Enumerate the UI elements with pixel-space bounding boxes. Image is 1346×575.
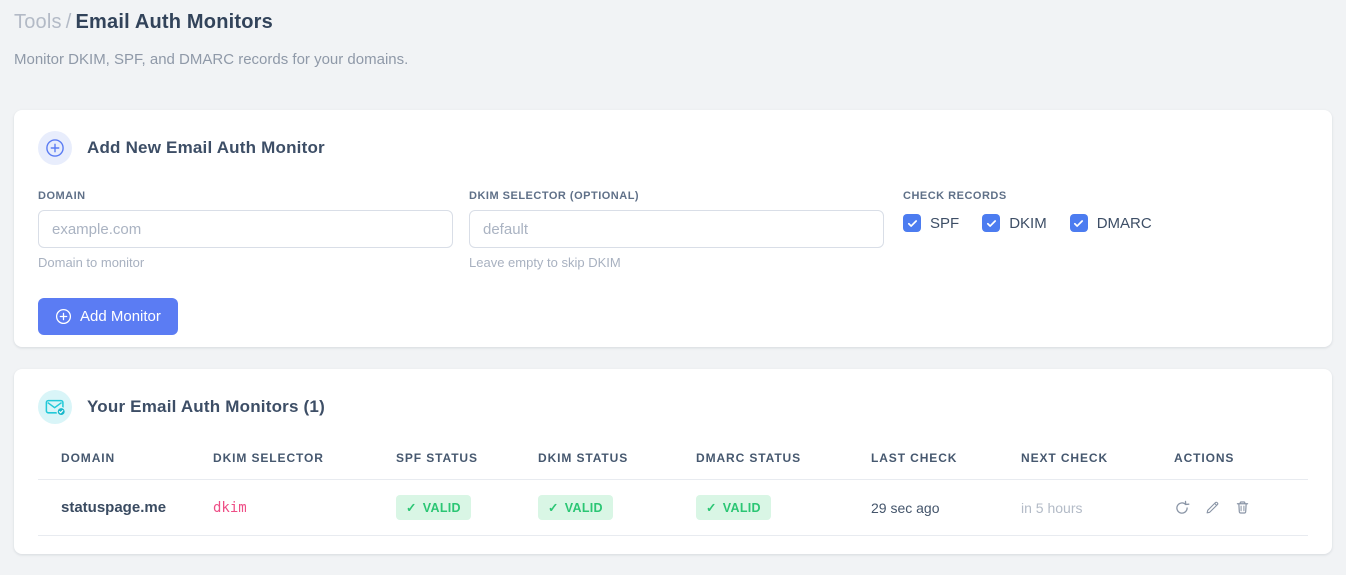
breadcrumb: Tools / Email Auth Monitors [14, 0, 1332, 34]
domain-helper-text: Domain to monitor [38, 255, 145, 270]
monitors-card-header: Your Email Auth Monitors (1) [38, 390, 1308, 424]
plus-circle-icon [55, 308, 72, 325]
monitor-last-check: 29 sec ago [871, 479, 1021, 536]
dkim-status-badge: ✓ VALID [538, 495, 613, 520]
monitor-dkim-selector: dkim [213, 479, 396, 536]
page-title: Email Auth Monitors [75, 11, 273, 33]
check-records-label: CHECK RECORDS [903, 190, 1007, 202]
dkim-checkbox-label: DKIM [1009, 214, 1047, 232]
add-monitor-card: Add New Email Auth Monitor DOMAIN Domain… [14, 110, 1332, 347]
check-icon: ✓ [406, 501, 417, 515]
dkim-selector-field-group: DKIM SELECTOR (OPTIONAL) Leave empty to … [469, 190, 884, 270]
spf-checkbox[interactable] [903, 214, 921, 232]
monitors-table: DOMAIN DKIM SELECTOR SPF STATUS DKIM STA… [38, 441, 1308, 536]
spf-status-text: VALID [422, 500, 461, 515]
dkim-status-text: VALID [564, 500, 603, 515]
column-header-domain: DOMAIN [38, 441, 213, 480]
check-icon: ✓ [706, 501, 717, 515]
monitors-list-card: Your Email Auth Monitors (1) DOMAIN DKIM… [14, 369, 1332, 554]
column-header-dkim-selector: DKIM SELECTOR [213, 441, 396, 480]
check-icon: ✓ [548, 501, 559, 515]
domain-field-group: DOMAIN Domain to monitor [38, 190, 453, 270]
refresh-button[interactable] [1174, 500, 1190, 516]
add-monitor-button[interactable]: Add Monitor [38, 298, 178, 335]
column-header-dkim-status: DKIM STATUS [538, 441, 696, 480]
dmarc-checkbox[interactable] [1069, 214, 1088, 232]
dkim-selector-input[interactable] [469, 210, 884, 248]
add-card-title: Add New Email Auth Monitor [87, 138, 325, 157]
column-header-next-check: NEXT CHECK [1021, 441, 1174, 480]
domain-input[interactable] [38, 210, 453, 248]
column-header-actions: ACTIONS [1174, 441, 1308, 480]
dkim-selector-helper-text: Leave empty to skip DKIM [469, 255, 621, 270]
checkbox-option-dmarc[interactable]: DMARC [1069, 214, 1152, 232]
check-icon [1074, 219, 1084, 227]
plus-circle-icon [38, 131, 72, 165]
refresh-icon [1176, 500, 1190, 514]
add-card-header: Add New Email Auth Monitor [38, 131, 1308, 165]
breadcrumb-tools-link[interactable]: Tools [14, 11, 62, 33]
check-records-options: SPF DKIM DMARC [903, 214, 1152, 232]
dkim-checkbox[interactable] [982, 214, 1001, 232]
column-header-last-check: LAST CHECK [871, 441, 1021, 480]
monitor-next-check: in 5 hours [1021, 479, 1174, 536]
dkim-selector-label: DKIM SELECTOR (OPTIONAL) [469, 190, 640, 202]
table-row: statuspage.me dkim ✓ VALID ✓ VALID ✓ VALID … [38, 479, 1308, 536]
row-actions [1174, 500, 1300, 516]
dmarc-status-badge: ✓ VALID [696, 495, 771, 520]
domain-label: DOMAIN [38, 190, 86, 202]
delete-button[interactable] [1235, 500, 1250, 515]
add-monitor-form: DOMAIN Domain to monitor DKIM SELECTOR (… [38, 190, 1308, 270]
page: Tools / Email Auth Monitors Monitor DKIM, … [0, 0, 1346, 554]
spf-status-badge: ✓ VALID [396, 495, 471, 520]
table-header-row: DOMAIN DKIM SELECTOR SPF STATUS DKIM STA… [38, 441, 1308, 480]
monitor-domain: statuspage.me [38, 479, 213, 536]
breadcrumb-separator: / [65, 11, 72, 33]
check-icon [986, 219, 996, 227]
column-header-dmarc-status: DMARC STATUS [696, 441, 871, 480]
checkbox-option-spf[interactable]: SPF [903, 214, 959, 232]
checkbox-option-dkim[interactable]: DKIM [982, 214, 1047, 232]
add-monitor-button-label: Add Monitor [80, 308, 161, 325]
edit-button[interactable] [1205, 500, 1220, 515]
envelope-check-icon [38, 390, 72, 424]
check-icon [907, 219, 917, 227]
page-subtitle: Monitor DKIM, SPF, and DMARC records for… [14, 51, 409, 68]
pencil-icon [1206, 501, 1219, 514]
dmarc-status-text: VALID [722, 500, 761, 515]
monitors-card-title: Your Email Auth Monitors (1) [87, 397, 325, 416]
column-header-spf-status: SPF STATUS [396, 441, 538, 480]
spf-checkbox-label: SPF [930, 214, 960, 232]
check-records-group: CHECK RECORDS SPF DKIM DMARC [903, 190, 1152, 270]
trash-icon [1236, 501, 1249, 514]
dmarc-checkbox-label: DMARC [1096, 214, 1152, 232]
